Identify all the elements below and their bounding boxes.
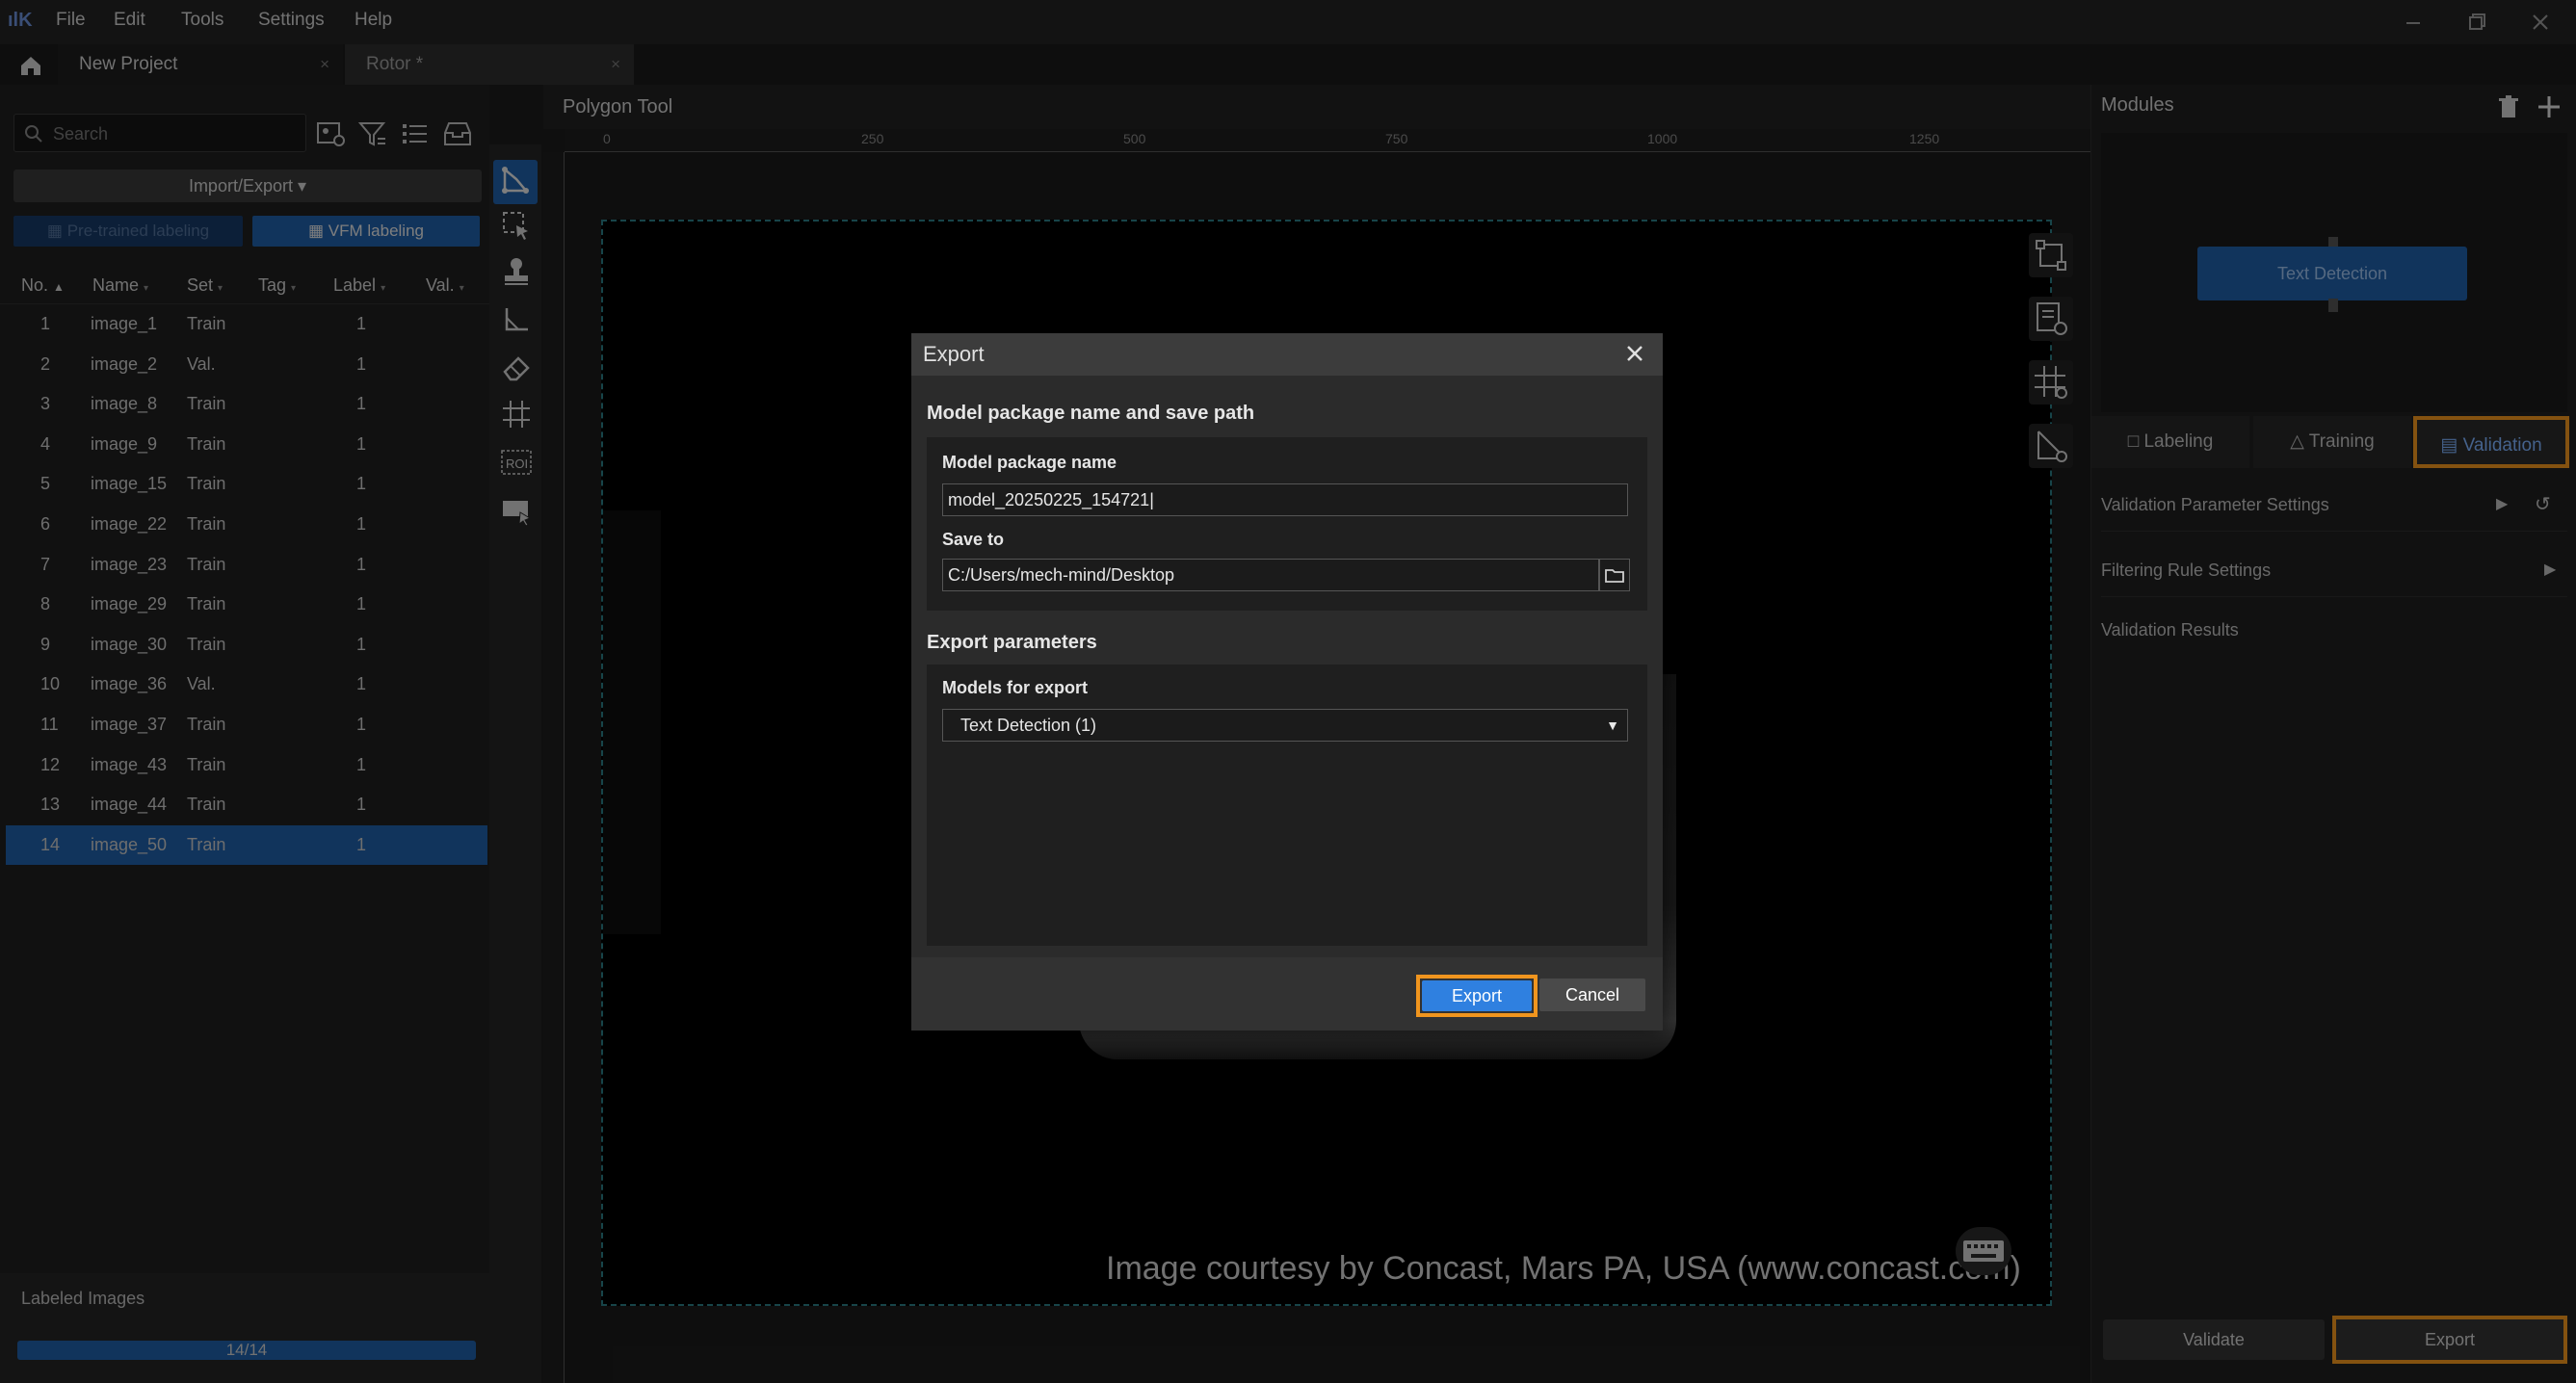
models-for-export-label: Models for export (942, 678, 1089, 697)
dialog-title-bar: Export (911, 333, 1663, 376)
section-save-path-title: Model package name and save path (927, 403, 1255, 424)
model-name-label: Model package name (942, 453, 1117, 472)
dialog-title: Export (923, 342, 985, 366)
folder-browse-icon[interactable] (1599, 559, 1630, 591)
save-path-input[interactable]: C:/Users/mech-mind/Desktop (942, 559, 1599, 591)
model-name-value: model_20250225_154721 (948, 490, 1150, 509)
models-select-value: Text Detection (1) (960, 716, 1097, 735)
export-dialog: Export Model package name and save path … (911, 333, 1663, 1031)
export-button[interactable]: Export (1422, 980, 1532, 1011)
model-name-input[interactable]: model_20250225_154721| (942, 483, 1628, 516)
save-path-value: C:/Users/mech-mind/Desktop (948, 565, 1175, 585)
text-cursor: | (1149, 490, 1154, 509)
save-to-label: Save to (942, 530, 1005, 549)
section-export-params-title: Export parameters (927, 632, 1097, 653)
dropdown-arrow-icon: ▼ (1606, 718, 1619, 733)
cancel-button[interactable]: Cancel (1539, 979, 1645, 1011)
models-for-export-select[interactable]: Text Detection (1) ▼ (942, 709, 1628, 742)
export-params-box (927, 665, 1647, 946)
dialog-close-icon[interactable] (1620, 339, 1649, 368)
